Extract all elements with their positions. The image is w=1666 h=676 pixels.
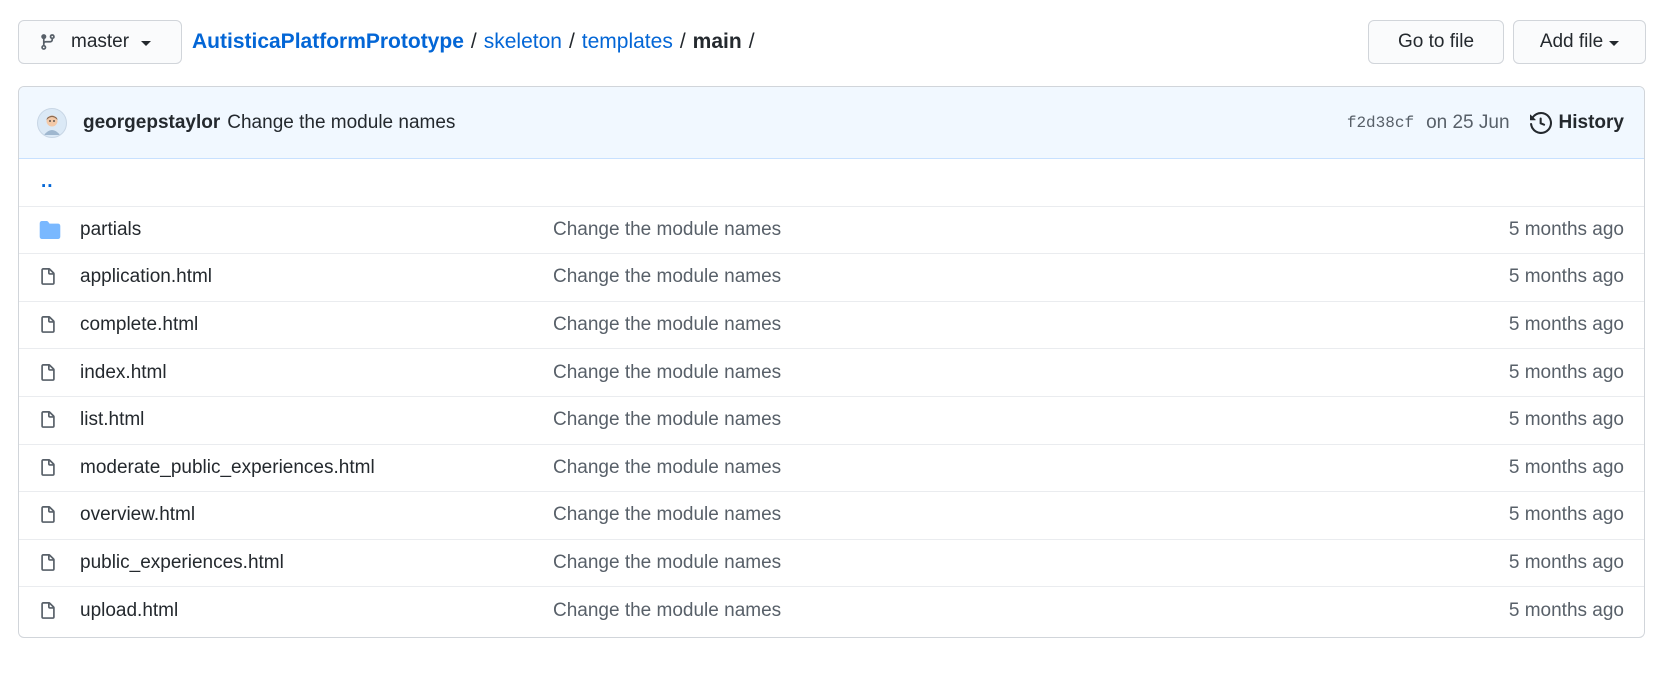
file-commit-message-link[interactable]: Change the module names xyxy=(553,314,781,336)
add-file-button[interactable]: Add file xyxy=(1513,20,1646,64)
file-row[interactable]: upload.html Change the module names 5 mont… xyxy=(19,587,1644,635)
latest-commit-bar: georgepstaylor Change the module names f… xyxy=(19,87,1644,159)
file-commit-age: 5 months ago xyxy=(1508,456,1624,478)
breadcrumb-separator: / xyxy=(470,30,477,53)
file-commit-message-link[interactable]: Change the module names xyxy=(553,457,781,479)
file-icon xyxy=(39,445,57,492)
file-name-link[interactable]: list.html xyxy=(80,409,144,431)
file-name-link[interactable]: partials xyxy=(80,219,141,241)
history-link[interactable]: History xyxy=(1529,112,1624,134)
git-branch-icon xyxy=(39,33,57,51)
breadcrumb-separator: / xyxy=(679,30,686,53)
breadcrumb-skeleton-link[interactable]: skeleton xyxy=(484,30,562,54)
file-commit-age: 5 months ago xyxy=(1508,266,1624,288)
file-row[interactable]: overview.html Change the module names 5 mo… xyxy=(19,492,1644,540)
branch-select-button[interactable]: master xyxy=(18,20,182,64)
file-row[interactable]: complete.html Change the module names 5 mo… xyxy=(19,302,1644,350)
file-name-link[interactable]: moderate_public_experiences.html xyxy=(80,457,375,479)
file-commit-age: 5 months ago xyxy=(1508,552,1624,574)
commit-meta: f2d38cf on 25 Jun History xyxy=(1347,87,1624,159)
chevron-down-icon xyxy=(1609,40,1620,46)
breadcrumb-templates-link[interactable]: templates xyxy=(582,30,673,54)
file-commit-message-link[interactable]: Change the module names xyxy=(553,266,781,288)
file-commit-message-link[interactable]: Change the module names xyxy=(553,504,781,526)
history-icon xyxy=(1529,112,1552,134)
breadcrumb-separator: / xyxy=(748,30,755,53)
file-commit-age: 5 months ago xyxy=(1508,409,1624,431)
file-icon xyxy=(39,492,57,539)
file-commit-age: 5 months ago xyxy=(1508,314,1624,336)
commit-author-link[interactable]: georgepstaylor xyxy=(83,112,220,134)
file-commit-message-link[interactable]: Change the module names xyxy=(553,362,781,384)
chevron-down-icon xyxy=(141,40,152,46)
file-commit-age: 5 months ago xyxy=(1508,504,1624,526)
breadcrumb-current: main xyxy=(692,30,742,53)
go-to-file-button[interactable]: Go to file xyxy=(1368,20,1504,64)
file-commit-message-link[interactable]: Change the module names xyxy=(553,600,781,622)
file-row[interactable]: application.html Change the module names 5… xyxy=(19,254,1644,302)
parent-directory-link[interactable]: .. xyxy=(41,171,54,193)
file-commit-message-link[interactable]: Change the module names xyxy=(553,219,781,241)
file-row[interactable]: list.html Change the module names 5 months… xyxy=(19,397,1644,445)
file-rows: partials Change the module names 5 months … xyxy=(19,207,1644,635)
file-list-box: georgepstaylor Change the module names f… xyxy=(18,86,1645,638)
file-row[interactable]: moderate_public_experiences.html Change t… xyxy=(19,445,1644,493)
breadcrumb: AutisticaPlatformPrototype / skeleton / … xyxy=(192,20,762,64)
file-navigation: master AutisticaPlatformPrototype / skel… xyxy=(18,20,1646,64)
breadcrumb-repo-link[interactable]: AutisticaPlatformPrototype xyxy=(192,30,464,54)
commit-message-link[interactable]: Change the module names xyxy=(227,112,455,134)
add-file-label: Add file xyxy=(1539,31,1604,52)
file-row[interactable]: index.html Change the module names 5 month… xyxy=(19,349,1644,397)
commit-date: on 25 Jun xyxy=(1426,112,1510,133)
branch-name: master xyxy=(71,31,130,52)
commit-sha-link[interactable]: f2d38cf xyxy=(1347,114,1414,132)
avatar[interactable] xyxy=(37,107,67,138)
file-icon xyxy=(39,349,57,396)
file-row[interactable]: partials Change the module names 5 months … xyxy=(19,207,1644,255)
breadcrumb-separator: / xyxy=(568,30,575,53)
file-name-link[interactable]: upload.html xyxy=(80,600,178,622)
file-name-link[interactable]: index.html xyxy=(80,362,167,384)
file-commit-age: 5 months ago xyxy=(1508,361,1624,383)
file-name-link[interactable]: public_experiences.html xyxy=(80,552,284,574)
file-name-link[interactable]: application.html xyxy=(80,266,212,288)
file-icon xyxy=(39,540,57,587)
file-row[interactable]: public_experiences.html Change the module… xyxy=(19,540,1644,588)
file-icon xyxy=(39,397,57,444)
history-label: History xyxy=(1558,112,1624,133)
file-icon xyxy=(39,587,57,635)
file-commit-message-link[interactable]: Change the module names xyxy=(553,552,781,574)
parent-directory-row: .. xyxy=(19,159,1644,207)
file-commit-age: 5 months ago xyxy=(1508,218,1624,240)
folder-icon xyxy=(39,207,61,254)
file-name-link[interactable]: complete.html xyxy=(80,314,198,336)
file-commit-age: 5 months ago xyxy=(1508,600,1624,622)
file-icon xyxy=(39,302,57,349)
file-commit-message-link[interactable]: Change the module names xyxy=(553,409,781,431)
file-name-link[interactable]: overview.html xyxy=(80,504,195,526)
file-icon xyxy=(39,254,57,301)
